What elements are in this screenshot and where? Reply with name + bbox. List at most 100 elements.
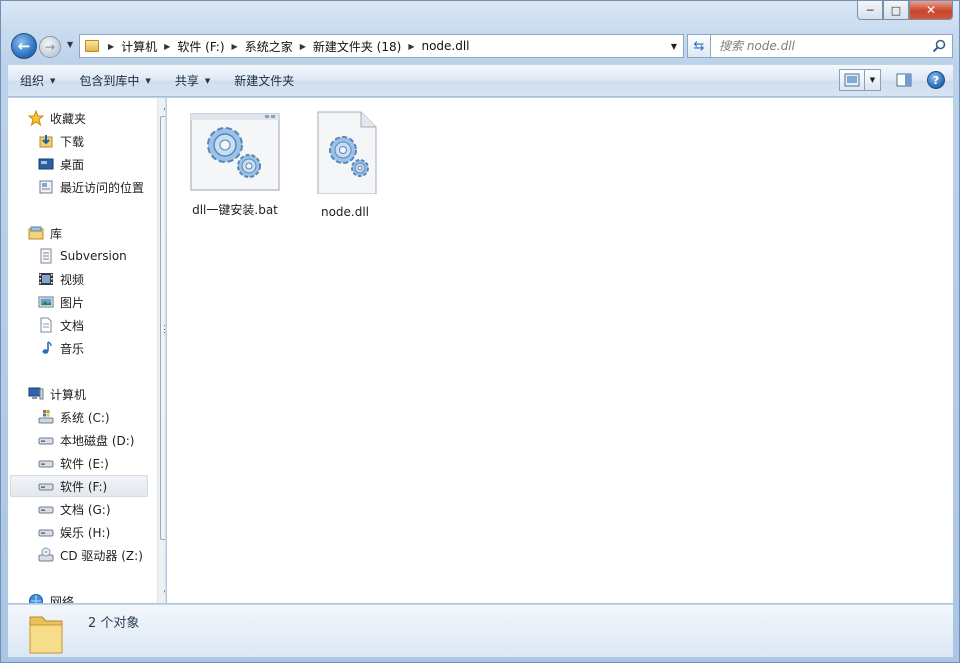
share-button[interactable]: 共享 ▼ [163,68,222,94]
sidebar-item-music[interactable]: 音乐 [38,337,84,359]
sidebar-item-recent-places[interactable]: 最近访问的位置 [38,176,144,198]
sidebar-header-libraries[interactable]: 库 [28,222,62,244]
caret-down-icon: ▼ [145,76,151,85]
sidebar-item-drive-h[interactable]: 娱乐 (H:) [38,521,110,543]
hard-drive-icon [38,501,54,517]
sidebar-item-drive-z[interactable]: CD 驱动器 (Z:) [38,544,143,566]
document-icon [38,317,54,333]
change-view-button[interactable] [839,69,865,91]
explorer-window: ─ □ ✕ ← → ▼ ▶ 计算机 ▶ 软件 (F:) ▶ 系统之家 ▶ 新建文… [0,0,960,663]
desktop-icon [38,156,54,172]
sidebar-item-pictures[interactable]: 图片 [38,291,84,313]
maximize-button[interactable]: □ [883,1,909,20]
sidebar-item-videos[interactable]: 视频 [38,268,84,290]
new-folder-button[interactable]: 新建文件夹 [222,68,306,94]
file-list-view[interactable]: dll一键安装.bat node.dll [167,98,953,603]
sidebar-item-documents[interactable]: 文档 [38,314,84,336]
recent-pages-button[interactable]: ▼ [67,40,73,49]
scrollbar-thumb[interactable] [160,116,165,540]
sidebar-item-drive-f[interactable]: 软件 (F:) [10,475,148,497]
sidebar-item-desktop[interactable]: 桌面 [38,153,84,175]
sidebar-item-downloads[interactable]: 下载 [38,130,84,152]
scroll-up-icon[interactable]: ▲ [158,98,165,115]
computer-icon [28,386,44,402]
details-pane: 2 个对象 [8,604,953,657]
sidebar-item-label: 娱乐 (H:) [60,525,111,540]
sidebar-item-label: 下载 [60,134,85,149]
sidebar-item-label: 音乐 [60,341,85,356]
caption-buttons: ─ □ ✕ [857,1,953,20]
hard-drive-icon [38,432,54,448]
help-button[interactable]: ? [927,71,945,89]
new-folder-label: 新建文件夹 [234,74,295,88]
file-item-bat[interactable]: dll一键安装.bat [180,112,290,218]
caret-down-icon: ▼ [50,76,56,85]
sidebar-item-subversion[interactable]: Subversion [38,245,127,267]
share-label: 共享 [174,74,199,88]
arrow-right-icon: → [44,40,56,54]
include-in-library-button[interactable]: 包含到库中 ▼ [67,68,162,94]
sidebar-item-label: 软件 (F:) [60,479,108,494]
sidebar-item-label: Subversion [60,249,127,263]
breadcrumb-computer[interactable]: 计算机 [121,38,157,55]
breadcrumb-xitongzhijia[interactable]: 系统之家 [245,38,293,55]
sidebar-item-drive-c[interactable]: 系统 (C:) [38,406,110,428]
navigation-scrollbar[interactable]: ▲ ▼ [157,98,165,603]
forward-button[interactable]: → [39,36,61,58]
libraries-icon [28,225,44,241]
sidebar-item-label: 本地磁盘 (D:) [60,433,135,448]
file-item-dll[interactable]: node.dll [290,110,400,219]
minimize-button[interactable]: ─ [857,1,883,20]
back-button[interactable]: ← [11,33,37,59]
sidebar-item-drive-d[interactable]: 本地磁盘 (D:) [38,429,134,451]
item-count: 2 个对象 [88,616,140,631]
search-icon[interactable] [932,39,946,53]
breadcrumb-separator[interactable]: ▶ [164,42,170,51]
search-input[interactable] [719,36,929,56]
breadcrumb-separator[interactable]: ▶ [300,42,306,51]
document-library-icon [38,248,54,264]
folder-icon [29,616,63,654]
view-large-icons-icon [844,73,860,87]
video-icon [38,271,54,287]
sidebar-item-drive-e[interactable]: 软件 (E:) [38,452,109,474]
address-bar[interactable]: ▶ 计算机 ▶ 软件 (F:) ▶ 系统之家 ▶ 新建文件夹 (18) ▶ no… [79,34,684,58]
sidebar-item-label: 桌面 [60,157,85,172]
include-in-library-label: 包含到库中 [79,74,140,88]
breadcrumb-new-folder-18[interactable]: 新建文件夹 (18) [313,38,401,55]
sidebar-item-label: CD 驱动器 (Z:) [60,548,143,563]
close-button[interactable]: ✕ [909,1,953,20]
hard-drive-icon [38,524,54,540]
sidebar-header-network[interactable]: 网络 [28,590,74,603]
sidebar-header-label: 计算机 [50,387,87,402]
view-options-dropdown[interactable]: ▼ [865,69,881,91]
scroll-down-icon[interactable]: ▼ [158,584,165,601]
system-drive-icon [38,409,54,425]
search-box [710,34,953,58]
sidebar-item-label: 最近访问的位置 [60,180,145,195]
dll-file-gear-icon [317,111,377,195]
preview-pane-button[interactable] [891,69,917,91]
hard-drive-icon [38,455,54,471]
cd-drive-icon [38,547,54,563]
organize-button[interactable]: 组织 ▼ [8,68,67,94]
sidebar-item-label: 文档 (G:) [60,502,111,517]
breadcrumb-node-dll[interactable]: node.dll [421,39,469,53]
breadcrumb-separator[interactable]: ▶ [108,42,114,51]
refresh-button[interactable]: ⇆ [687,34,711,58]
sidebar-item-label: 图片 [60,295,85,310]
sidebar-header-favorites[interactable]: 收藏夹 [28,107,86,129]
sidebar-header-computer[interactable]: 计算机 [28,383,86,405]
sidebar-header-label: 库 [50,226,63,241]
breadcrumb-separator[interactable]: ▶ [408,42,414,51]
breadcrumb-separator[interactable]: ▶ [232,42,238,51]
breadcrumb-drive-f[interactable]: 软件 (F:) [177,38,224,55]
grip-icon [164,325,165,333]
sidebar-item-drive-g[interactable]: 文档 (G:) [38,498,111,520]
address-history-dropdown[interactable]: ▼ [665,35,683,57]
sidebar-item-label: 文档 [60,318,85,333]
folder-icon [85,40,99,52]
caret-down-icon: ▼ [204,76,211,85]
sidebar-item-label: 软件 (E:) [60,456,109,471]
picture-icon [38,294,54,310]
